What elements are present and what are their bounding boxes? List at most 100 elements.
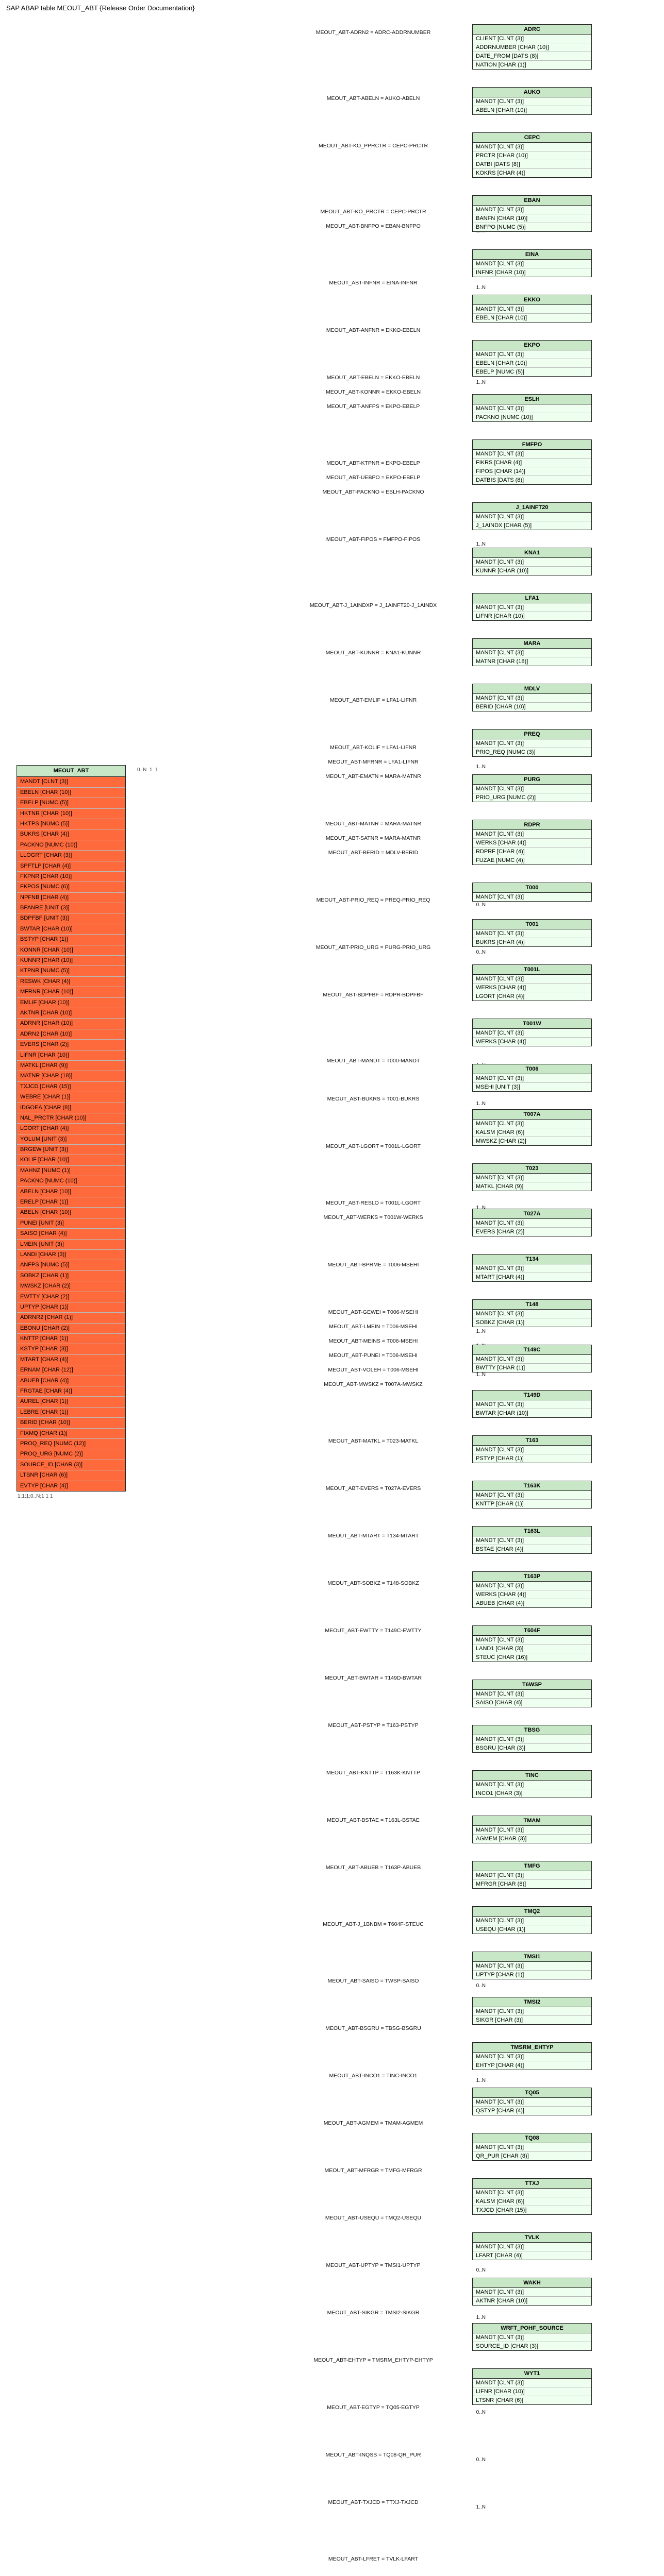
source-field: LLOGRT [CHAR (3)] xyxy=(17,851,125,861)
relation-label: MEOUT_ABT-BSGRU = TBSG-BSGRU xyxy=(323,2025,423,2031)
relation-label: MEOUT_ABT-PACKNO = ESLH-PACKNO xyxy=(320,489,426,495)
relation-label: MEOUT_ABT-RESLO = T001L-LGORT xyxy=(324,1200,423,1206)
relation-item: MEOUT_ABT-KNTTP = T163K-KNTTP1..N xyxy=(274,1770,472,1817)
relation-label: MEOUT_ABT-ABELN = AUKO-ABELN xyxy=(325,95,422,101)
target-field: MANDT [CLNT (3)] xyxy=(473,1582,591,1590)
target-entity: T148MANDT [CLNT (3)]SOBKZ [CHAR (1)] xyxy=(472,1299,592,1327)
relation-label: MEOUT_ABT-UEBPO = EKPO-EBELP xyxy=(324,474,422,481)
relation-label: MEOUT_ABT-BNFPO = EBAN-BNFPO xyxy=(324,223,423,229)
relation-item: MEOUT_ABT-PSTYP = T163-PSTYP xyxy=(274,1722,472,1770)
target-entity: TMFGMANDT [CLNT (3)]MFRGR [CHAR (8)] xyxy=(472,1861,592,1889)
target-entity-header: T6WSP xyxy=(473,1680,591,1690)
target-entity-header: T001W xyxy=(473,1019,591,1029)
target-field: ABUEB [CHAR (4)] xyxy=(473,1599,591,1607)
target-entity: PURGMANDT [CLNT (3)]PRIO_URG [NUMC (2)] xyxy=(472,774,592,802)
target-field: MANDT [CLNT (3)] xyxy=(473,2007,591,2016)
source-entity: MEOUT_ABT MANDT [CLNT (3)]EBELN [CHAR (1… xyxy=(16,765,126,1492)
relation-label: MEOUT_ABT-MWSKZ = T007A-MWSKZ xyxy=(322,1381,424,1387)
relation-label: MEOUT_ABT-INCO1 = TINC-INCO1 xyxy=(327,2073,419,2079)
target-entity: EINAMANDT [CLNT (3)]INFNR [CHAR (10)] xyxy=(472,249,592,277)
target-entity-header: TMFG xyxy=(473,1861,591,1871)
source-field: EVTYP [CHAR (4)] xyxy=(17,1481,125,1491)
target-entity: TQ08MANDT [CLNT (3)]QR_PUR [CHAR (8)] xyxy=(472,2133,592,2161)
target-entity: ESLHMANDT [CLNT (3)]PACKNO [NUMC (10)] xyxy=(472,394,592,422)
target-field: MANDT [CLNT (3)] xyxy=(473,2243,591,2251)
relation-label: MEOUT_ABT-KONNR = EKKO-EBELN xyxy=(324,389,423,395)
relation-label: MEOUT_ABT-BDPFBF = RDPR-BDPFBF xyxy=(321,992,425,998)
relation-label: MEOUT_ABT-KNTTP = T163K-KNTTP xyxy=(324,1770,422,1776)
source-field: BERID [CHAR (10)] xyxy=(17,1418,125,1428)
source-field: PACKNO [NUMC (10)] xyxy=(17,1176,125,1187)
relation-label: MEOUT_ABT-J_1AINDXP = J_1AINFT20-J_1AIND… xyxy=(308,602,439,608)
relation-item: MEOUT_ABT-BERID = MDLV-BERID xyxy=(274,850,472,897)
target-field: MANDT [CLNT (3)] xyxy=(473,1735,591,1744)
source-field: FIXMQ [CHAR (1)] xyxy=(17,1429,125,1439)
target-field: MANDT [CLNT (3)] xyxy=(473,2288,591,2297)
target-entity: T163LMANDT [CLNT (3)]BSTAE [CHAR (4)] xyxy=(472,1526,592,1554)
relation-label: MEOUT_ABT-LMEIN = T006-MSEHI xyxy=(327,1324,420,1330)
target-field: MANDT [CLNT (3)] xyxy=(473,2189,591,2197)
page-title: SAP ABAP table MEOUT_ABT {Release Order … xyxy=(6,4,658,12)
target-entity-header: T000 xyxy=(473,883,591,893)
target-entity: WRFT_POHF_SOURCEMANDT [CLNT (3)]SOURCE_I… xyxy=(472,2323,592,2351)
target-field: MANDT [CLNT (3)] xyxy=(473,2143,591,2152)
target-entity: TMQ2MANDT [CLNT (3)]USEQU [CHAR (1)] xyxy=(472,1906,592,1934)
relation-item: MEOUT_ABT-INFNR = EINA-INFNR1..N xyxy=(274,280,472,327)
target-entity: TMAMMANDT [CLNT (3)]AGMEM [CHAR (3)] xyxy=(472,1816,592,1843)
relation-item: MEOUT_ABT-EGTYP = TQ05-EGTYP0..N xyxy=(274,2404,472,2452)
target-entity-header: TMSRM_EHTYP xyxy=(473,2043,591,2053)
target-entity-header: T001 xyxy=(473,920,591,929)
target-field: MANDT [CLNT (3)] xyxy=(473,404,591,413)
target-field: BSGRU [CHAR (3)] xyxy=(473,1744,591,1752)
target-field: KALSM [CHAR (6)] xyxy=(473,2197,591,2206)
cardinality-right: 1..N xyxy=(476,2504,486,2510)
target-entity: T001WMANDT [CLNT (3)]WERKS [CHAR (4)] xyxy=(472,1019,592,1046)
target-entity: J_1AINFT20MANDT [CLNT (3)]J_1AINDX [CHAR… xyxy=(472,502,592,530)
target-entity: TINCMANDT [CLNT (3)]INCO1 [CHAR (3)] xyxy=(472,1770,592,1798)
relation-label: MEOUT_ABT-KTPNR = EKPO-EBELP xyxy=(324,460,422,466)
target-entity-header: T163P xyxy=(473,1572,591,1582)
relation-item: MEOUT_ABT-FIPOS = FMFPO-FIPOS1..N xyxy=(274,536,472,602)
target-entity: AUKOMANDT [CLNT (3)]ABELN [CHAR (10)] xyxy=(472,87,592,115)
relation-label: MEOUT_ABT-BSTAE = T163L-BSTAE xyxy=(325,1817,421,1823)
relation-item: MEOUT_ABT-INQSS = TQ08-QR_PUR0..N xyxy=(274,2452,472,2499)
target-entity-header: TTXJ xyxy=(473,2179,591,2189)
relation-label: MEOUT_ABT-MATKL = T023-MATKL xyxy=(326,1438,420,1444)
relation-item: MEOUT_ABT-LGORT = T001L-LGORT xyxy=(274,1143,472,1200)
relation-item: MEOUT_ABT-KTPNR = EKPO-EBELP1..N xyxy=(274,460,472,474)
target-field: BANFN [CHAR (10)] xyxy=(473,214,591,223)
source-field: ANFPS [NUMC (5)] xyxy=(17,1260,125,1270)
relation-label: MEOUT_ABT-EHTYP = TMSRM_EHTYP-EHTYP xyxy=(311,2357,435,2363)
target-field: BERID [CHAR (10)] xyxy=(473,703,591,711)
target-field: DATBIS [DATS (8)] xyxy=(473,476,591,484)
target-field: MANDT [CLNT (3)] xyxy=(473,649,591,657)
target-entity-header: FMFPO xyxy=(473,440,591,450)
source-field: LEBRE [CHAR (1)] xyxy=(17,1408,125,1418)
target-entity-header: EKPO xyxy=(473,341,591,350)
target-entity-header: T163 xyxy=(473,1436,591,1446)
target-entity-header: KNA1 xyxy=(473,548,591,558)
relation-label: MEOUT_ABT-LGORT = T001L-LGORT xyxy=(324,1143,423,1149)
target-entity-header: TVLK xyxy=(473,2233,591,2243)
relation-item: MEOUT_ABT-J_1BNBM = T604F-STEUC xyxy=(274,1921,472,1978)
target-field: DATBI [DATS (8)] xyxy=(473,160,591,169)
target-entity-header: TBSG xyxy=(473,1725,591,1735)
target-field: MANDT [CLNT (3)] xyxy=(473,1917,591,1925)
relation-item: MEOUT_ABT-LMEIN = T006-MSEHI1..N xyxy=(274,1324,472,1338)
target-entity: WYT1MANDT [CLNT (3)]LIFNR [CHAR (10)]LTS… xyxy=(472,2368,592,2405)
target-field: SAISO [CHAR (4)] xyxy=(473,1699,591,1707)
target-field: KOKRS [CHAR (4)] xyxy=(473,169,591,177)
relation-item: MEOUT_ABT-J_1AINDXP = J_1AINFT20-J_1AIND… xyxy=(274,602,472,650)
target-field: MANDT [CLNT (3)] xyxy=(473,1310,591,1318)
target-entity: KNA1MANDT [CLNT (3)]KUNNR [CHAR (10)] xyxy=(472,548,592,575)
relation-label: MEOUT_ABT-VOLEH = T006-MSEHI xyxy=(326,1367,420,1373)
relation-item: MEOUT_ABT-PUNEI = T006-MSEHI1..N xyxy=(274,1352,472,1367)
relation-label: MEOUT_ABT-ABUEB = T163P-ABUEB xyxy=(324,1865,423,1871)
target-field: MANDT [CLNT (3)] xyxy=(473,350,591,359)
source-field: ABELN [CHAR (10)] xyxy=(17,1187,125,1197)
relation-item: MEOUT_ABT-MATKL = T023-MATKL0..N xyxy=(274,1438,472,1485)
target-entity: EKPOMANDT [CLNT (3)]EBELN [CHAR (10)]EBE… xyxy=(472,340,592,377)
relation-item: MEOUT_ABT-EMLIF = LFA1-LIFNR1..N xyxy=(274,697,472,744)
target-field: USEQU [CHAR (1)] xyxy=(473,1925,591,1934)
target-entity-header: TMQ2 xyxy=(473,1907,591,1917)
